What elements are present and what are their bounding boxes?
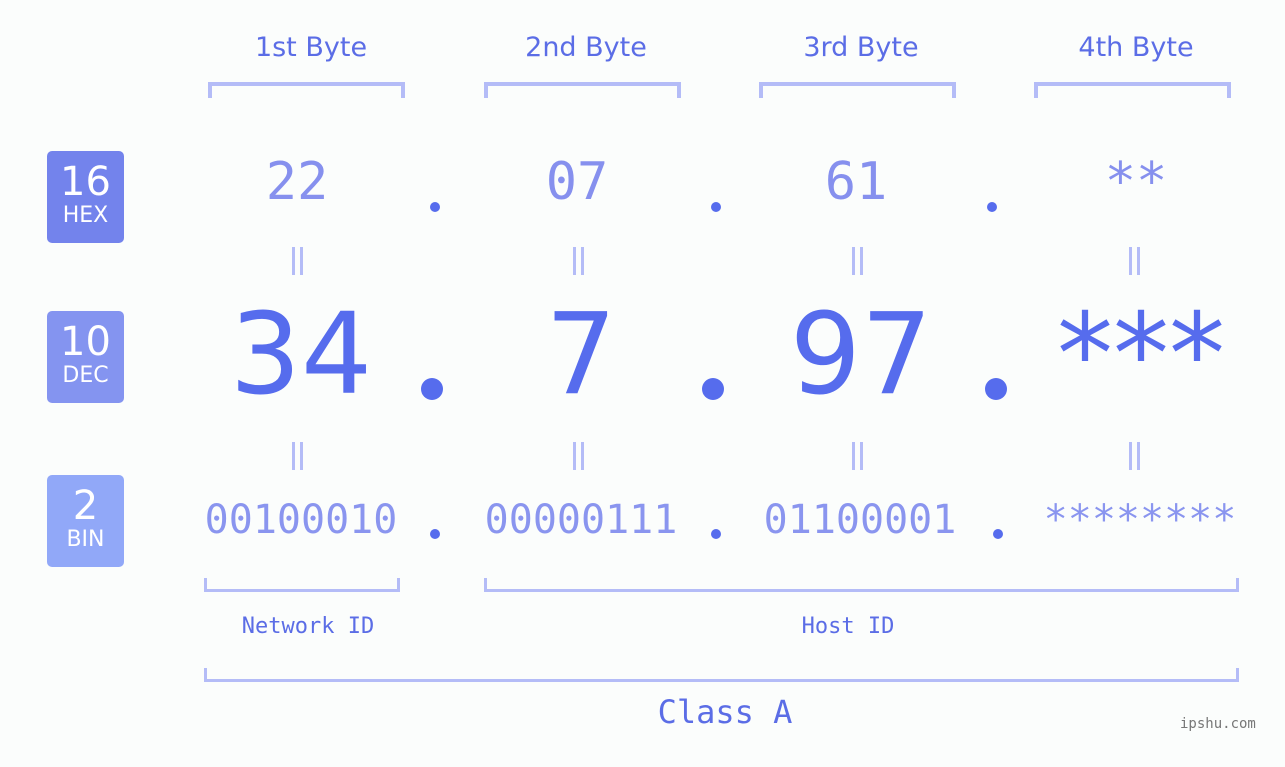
- byte-bracket-3: [759, 82, 956, 98]
- dec-value-1: 34: [229, 290, 373, 420]
- bin-value-2: 00000111: [484, 497, 678, 543]
- equals-icon: [850, 247, 864, 275]
- equals-icon: [571, 247, 585, 275]
- equals-icon: [1127, 247, 1141, 275]
- host-id-label: Host ID: [801, 614, 895, 639]
- hex-separator-dot-2: [711, 202, 721, 212]
- dec-value-4: ***: [1057, 290, 1225, 420]
- byte-bracket-4: [1034, 82, 1231, 98]
- equals-icon: [571, 442, 585, 470]
- dec-badge-label: DEC: [62, 363, 109, 388]
- bin-separator-dot-2: [711, 529, 721, 539]
- hex-badge-label: HEX: [62, 203, 109, 228]
- hex-value-1: 22: [265, 152, 329, 212]
- hex-badge: 16 HEX: [47, 151, 124, 243]
- dec-separator-dot-1: [421, 378, 443, 400]
- dec-badge-number: 10: [60, 319, 111, 365]
- dec-badge: 10 DEC: [47, 311, 124, 403]
- bin-separator-dot-1: [430, 529, 440, 539]
- byte-title-4: 4th Byte: [1078, 32, 1194, 63]
- bin-value-1: 00100010: [204, 497, 398, 543]
- equals-icon: [290, 247, 304, 275]
- hex-separator-dot-1: [430, 202, 440, 212]
- watermark: ipshu.com: [1180, 716, 1256, 732]
- hex-value-4: **: [1104, 152, 1168, 212]
- bin-value-3: 01100001: [763, 497, 957, 543]
- class-bracket: [204, 668, 1239, 682]
- bin-badge: 2 BIN: [47, 475, 124, 567]
- hex-badge-number: 16: [60, 159, 111, 205]
- equals-icon: [850, 442, 864, 470]
- host-id-bracket: [484, 578, 1239, 592]
- byte-bracket-1: [208, 82, 405, 98]
- class-label: Class A: [657, 693, 793, 731]
- equals-icon: [290, 442, 304, 470]
- bin-value-4: ********: [1043, 497, 1237, 543]
- byte-title-3: 3rd Byte: [803, 32, 919, 63]
- byte-title-2: 2nd Byte: [525, 32, 647, 63]
- network-id-label: Network ID: [241, 614, 375, 639]
- dec-separator-dot-2: [702, 378, 724, 400]
- hex-separator-dot-3: [987, 202, 997, 212]
- dec-value-3: 97: [789, 290, 933, 420]
- network-id-bracket: [204, 578, 400, 592]
- bin-separator-dot-3: [993, 529, 1003, 539]
- hex-value-2: 07: [545, 152, 609, 212]
- bin-badge-number: 2: [72, 483, 99, 529]
- bin-badge-label: BIN: [66, 527, 105, 552]
- byte-bracket-2: [484, 82, 681, 98]
- byte-title-1: 1st Byte: [254, 32, 368, 63]
- dec-separator-dot-3: [985, 378, 1007, 400]
- equals-icon: [1127, 442, 1141, 470]
- dec-value-2: 7: [545, 290, 617, 420]
- hex-value-3: 61: [824, 152, 888, 212]
